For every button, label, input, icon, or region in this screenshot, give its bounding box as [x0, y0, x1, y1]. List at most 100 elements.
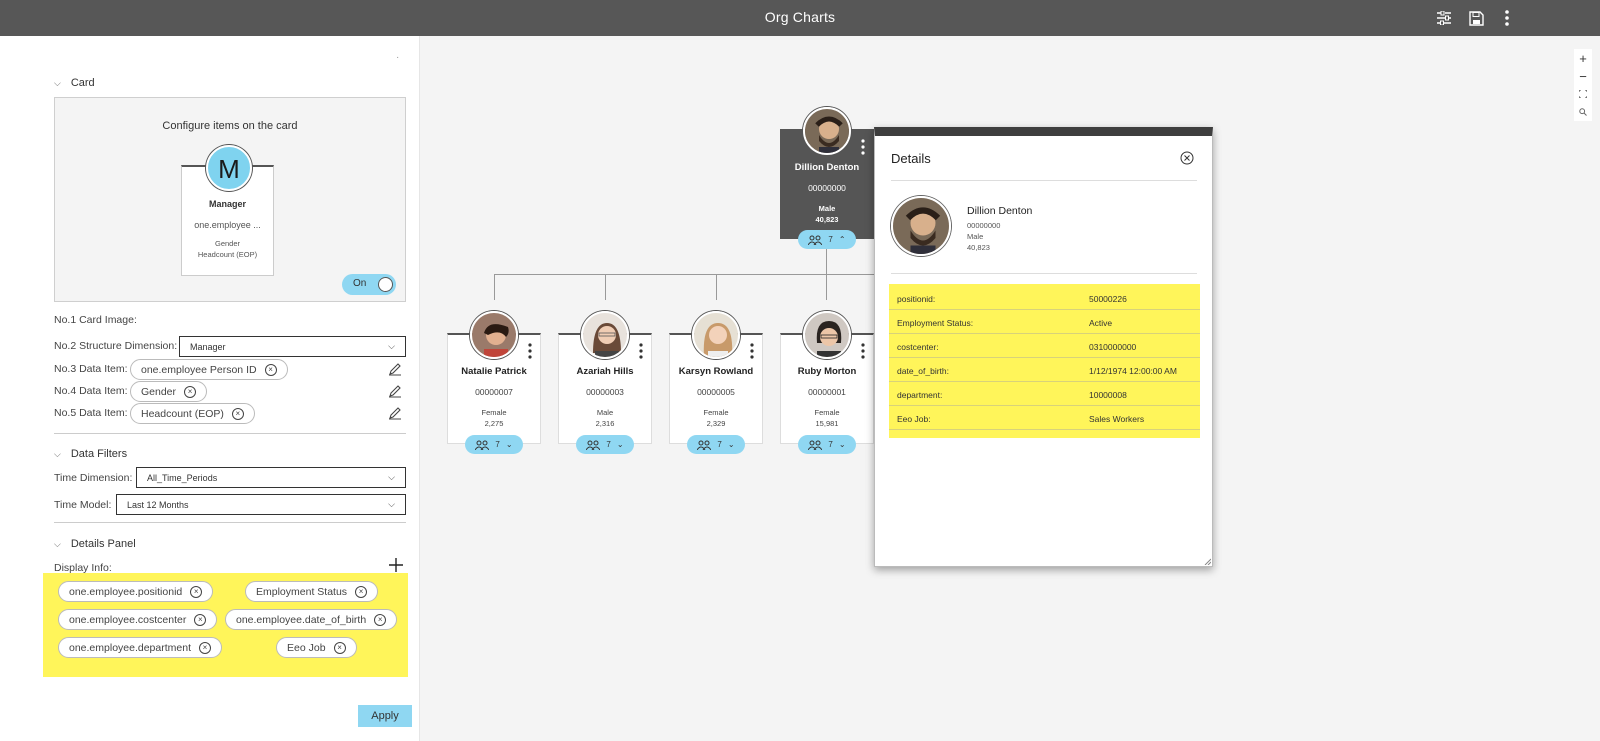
more-options-icon[interactable]: [859, 343, 867, 359]
card-name: Karsyn Rowland: [678, 366, 754, 377]
display-info-chips: one.employee.positionid × Employment Sta…: [43, 573, 408, 677]
connector-line: [494, 274, 495, 300]
table-row: positionid: 50000226: [889, 286, 1200, 310]
org-card-child[interactable]: Natalie Patrick 00000007 Female 2,275 7 …: [447, 311, 541, 454]
connector-line: [605, 274, 606, 300]
display-chip[interactable]: one.employee.department ×: [58, 637, 222, 658]
card-name: Ruby Morton: [797, 366, 857, 377]
remove-icon[interactable]: ×: [190, 585, 203, 598]
card-id: 00000005: [697, 387, 735, 397]
remove-icon[interactable]: ×: [374, 613, 387, 626]
zoom-out-button[interactable]: −: [1574, 67, 1592, 85]
search-button[interactable]: [1574, 103, 1592, 121]
org-card-child[interactable]: Ruby Morton 00000001 Female 15,981 7 ⌄: [780, 311, 874, 454]
top-bar: Org Charts: [0, 0, 1600, 36]
chevron-down-icon: ⌵: [54, 448, 61, 459]
save-icon[interactable]: [1466, 8, 1486, 28]
time-dimension-select[interactable]: All_Time_Periods ⌵: [136, 467, 406, 488]
data-item-3-chip[interactable]: one.employee Person ID ×: [130, 359, 288, 380]
time-model-label: Time Model:: [54, 499, 112, 511]
remove-icon[interactable]: ×: [184, 385, 197, 398]
structure-dimension-select[interactable]: Manager ⌵: [179, 336, 406, 357]
details-headcount: 40,823: [967, 243, 990, 252]
reports-count: 7: [717, 440, 722, 449]
data-item-5-label: No.5 Data Item:: [54, 407, 128, 419]
section-divider: [54, 433, 406, 434]
display-chip-label: Employment Status: [256, 585, 348, 598]
card-headcount: 2,329: [706, 419, 726, 428]
org-card-child[interactable]: Karsyn Rowland 00000005 Female 2,329 7 ⌄: [669, 311, 763, 454]
details-panel-title: Details Panel: [70, 538, 136, 550]
row-key: positionid:: [897, 294, 936, 304]
display-chip[interactable]: one.employee.date_of_birth ×: [225, 609, 398, 630]
card-preview[interactable]: M Manager one.employee ... Gender Headco…: [181, 145, 274, 276]
card-name: Dillion Denton: [794, 162, 860, 173]
edit-pencil-icon[interactable]: [388, 362, 402, 376]
display-chip[interactable]: Eeo Job ×: [276, 637, 357, 658]
data-item-3-value: one.employee Person ID: [141, 363, 257, 376]
display-chip-label: one.employee.positionid: [69, 585, 183, 598]
edit-pencil-icon[interactable]: [388, 406, 402, 420]
card-image-toggle[interactable]: On: [342, 274, 396, 295]
data-item-4-chip[interactable]: Gender ×: [130, 381, 208, 402]
data-item-3-label: No.3 Data Item:: [54, 363, 128, 375]
card-section-header[interactable]: ⌵ Card: [54, 77, 95, 89]
data-filters-header[interactable]: ⌵ Data Filters: [54, 448, 127, 460]
reports-count: 7: [606, 440, 611, 449]
chart-settings-icon[interactable]: [1434, 8, 1454, 28]
card-gender: Female: [703, 408, 729, 417]
display-chip[interactable]: one.employee.positionid ×: [58, 581, 214, 602]
table-row: Employment Status: Active: [889, 310, 1200, 334]
more-options-icon[interactable]: [859, 139, 867, 155]
expand-reports-button[interactable]: 7 ⌄: [576, 435, 634, 454]
more-options-icon[interactable]: [1497, 8, 1517, 28]
more-options-icon[interactable]: [637, 343, 645, 359]
more-options-icon[interactable]: [526, 343, 534, 359]
reports-count: 7: [828, 440, 833, 449]
remove-icon[interactable]: ×: [264, 363, 277, 376]
chevron-down-icon: ⌄: [838, 440, 846, 449]
table-row: costcenter: 0310000000: [889, 334, 1200, 358]
card-preview-name: Manager: [208, 199, 246, 209]
card-preview-line1: Gender: [214, 239, 241, 248]
add-icon[interactable]: [389, 558, 403, 572]
more-options-icon[interactable]: [748, 343, 756, 359]
display-chip-label: one.employee.costcenter: [69, 613, 187, 626]
data-item-4-value: Gender: [141, 385, 177, 398]
remove-icon[interactable]: ×: [231, 407, 244, 420]
remove-icon[interactable]: ×: [199, 641, 211, 654]
resize-handle-icon[interactable]: [1203, 557, 1211, 565]
display-chip-label: Eeo Job: [287, 641, 326, 654]
edit-pencil-icon[interactable]: [388, 384, 402, 398]
people-icon: [586, 440, 601, 450]
table-row: Eeo Job: Sales Workers: [889, 406, 1200, 430]
org-card-child[interactable]: Azariah Hills 00000003 Male 2,316 7 ⌄: [558, 311, 652, 454]
row-key: department:: [897, 390, 943, 400]
zoom-in-button[interactable]: +: [1574, 49, 1592, 67]
details-dialog: Details Dillion Denton 00000000 Male 40,…: [874, 127, 1213, 567]
expand-reports-button[interactable]: 7 ⌄: [798, 435, 856, 454]
close-icon[interactable]: [1180, 151, 1194, 165]
expand-reports-button[interactable]: 7 ⌄: [687, 435, 745, 454]
apply-button[interactable]: Apply: [358, 705, 412, 727]
data-item-5-chip[interactable]: Headcount (EOP) ×: [130, 403, 255, 424]
fit-screen-button[interactable]: [1574, 85, 1592, 103]
details-id: 00000000: [967, 221, 1001, 230]
chevron-down-icon: ⌵: [388, 499, 395, 509]
row-value: Active: [1089, 318, 1113, 328]
display-chip[interactable]: Employment Status ×: [245, 581, 379, 602]
org-card-root[interactable]: Dillion Denton 00000000 Male 40,823 7 ⌃: [780, 107, 874, 249]
row-key: Eeo Job:: [897, 414, 931, 424]
time-model-select[interactable]: Last 12 Months ⌵: [116, 494, 406, 515]
remove-icon[interactable]: ×: [194, 613, 207, 626]
card-image-label: No.1 Card Image:: [54, 314, 137, 326]
expand-reports-button[interactable]: 7 ⌃: [798, 230, 856, 249]
expand-reports-button[interactable]: 7 ⌄: [465, 435, 523, 454]
display-chip[interactable]: one.employee.costcenter ×: [58, 609, 218, 630]
remove-icon[interactable]: ×: [333, 641, 346, 654]
structure-dimension-label: No.2 Structure Dimension:: [54, 340, 178, 352]
remove-icon[interactable]: ×: [355, 585, 368, 598]
details-panel-header[interactable]: ⌵ Details Panel: [54, 538, 136, 550]
row-key: Employment Status:: [897, 318, 974, 328]
data-item-5-value: Headcount (EOP): [141, 407, 224, 420]
